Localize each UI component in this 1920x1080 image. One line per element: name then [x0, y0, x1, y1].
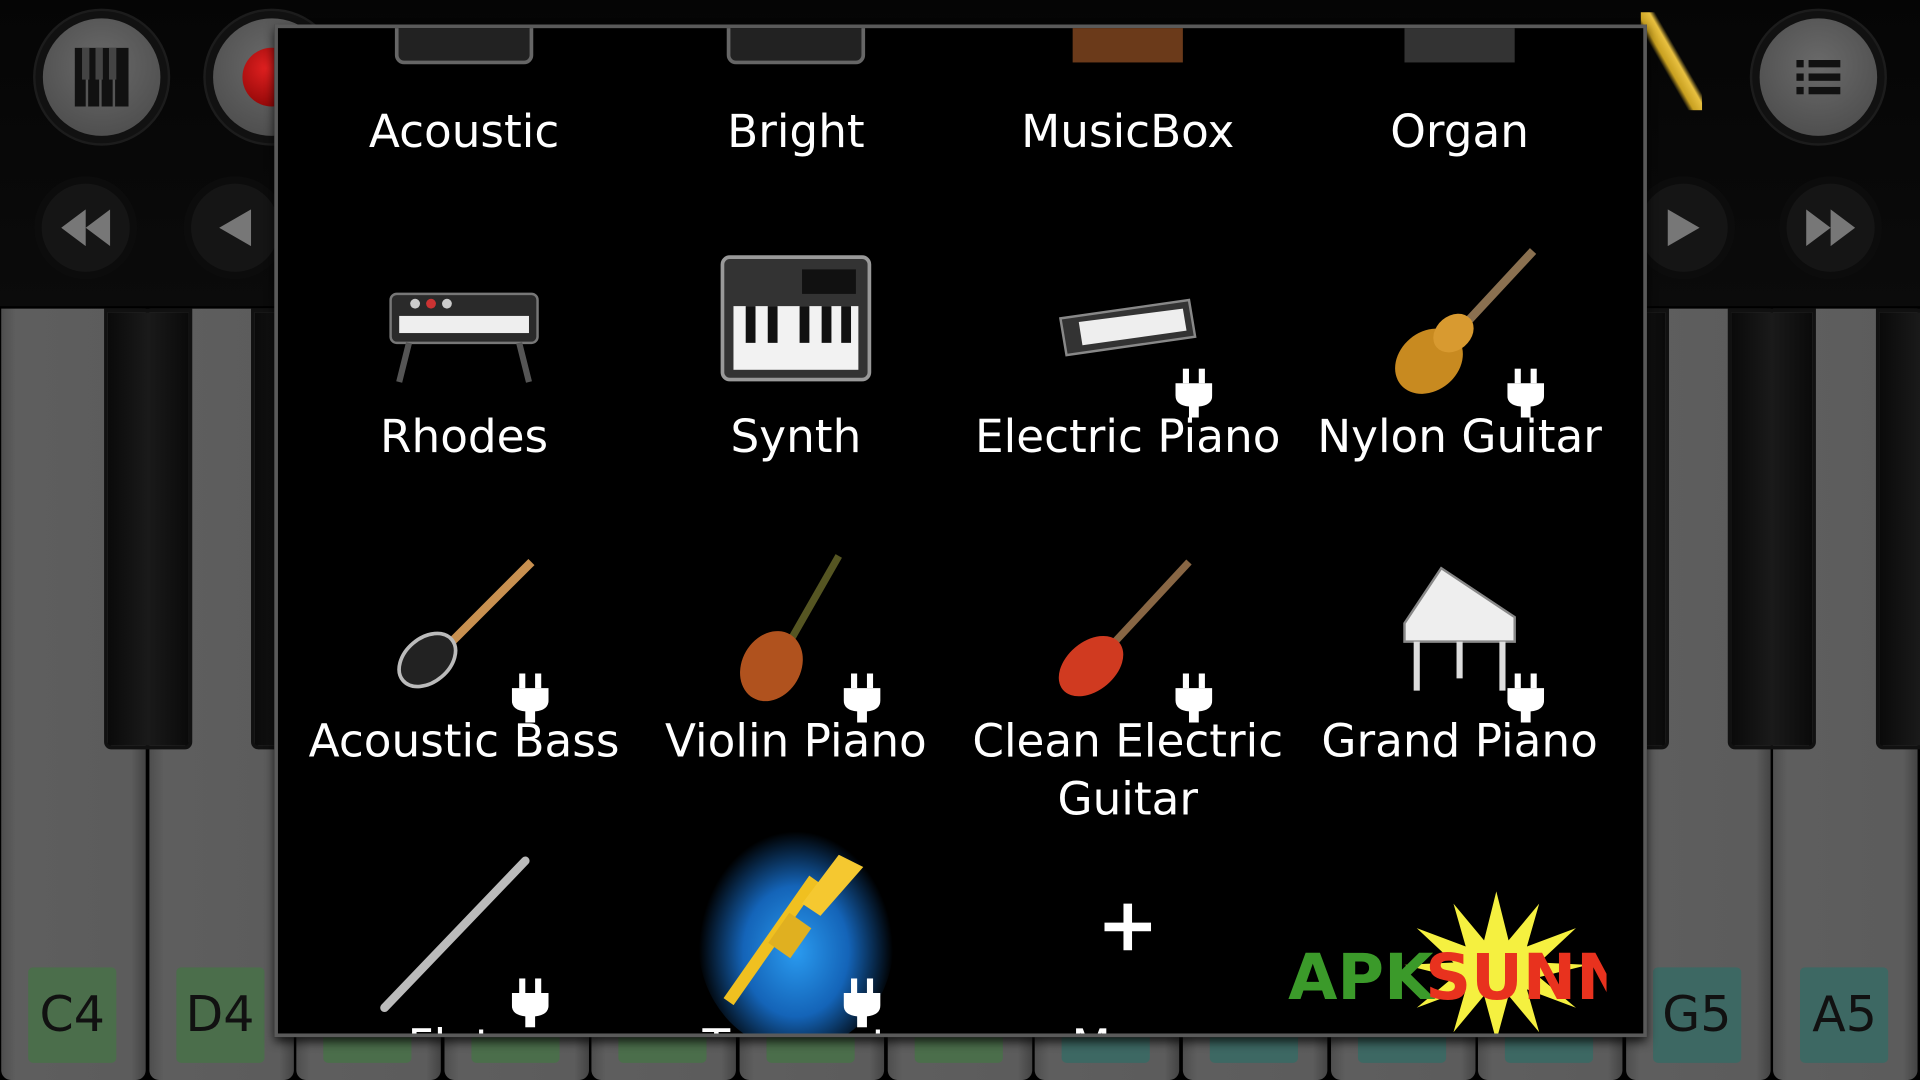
next-button[interactable] — [1639, 183, 1728, 272]
instrument-item-flute[interactable]: Flute — [298, 759, 631, 1033]
key-label: A5 — [1800, 967, 1889, 1063]
instrument-item-acoustic-bass[interactable]: Acoustic Bass — [298, 454, 631, 768]
instrument-label: More — [961, 1018, 1294, 1033]
rewind-icon — [61, 209, 111, 247]
next-icon — [1667, 209, 1700, 247]
instrument-item-violin-piano[interactable]: Violin Piano — [629, 454, 962, 768]
instrument-item-bright[interactable]: Bright — [629, 28, 962, 158]
previous-icon — [219, 209, 252, 247]
black-key[interactable] — [1875, 308, 1920, 750]
instrument-item-synth[interactable]: Synth — [629, 149, 962, 463]
instrument-item-rhodes[interactable]: Rhodes — [298, 149, 631, 463]
trumpet-icon — [1640, 12, 1703, 111]
instrument-label: Flute — [298, 1018, 631, 1033]
menu-button[interactable] — [1759, 18, 1878, 136]
piano-icon — [704, 28, 888, 99]
plus-icon — [1036, 855, 1220, 1014]
svg-text:SUNNY: SUNNY — [1425, 941, 1606, 1015]
app-screen: C4D4E4F4G4A4B4C5D5E5F5G5A5 AcousticBrigh… — [0, 0, 1920, 1080]
instrument-item-more[interactable]: More — [961, 759, 1294, 1033]
instrument-item-logo: APKSUNNY — [1288, 759, 1643, 1034]
instrument-item-clean-electric-guitar[interactable]: Clean Electric Guitar — [961, 454, 1294, 825]
music-box-icon — [1036, 28, 1220, 99]
instrument-item-organ[interactable]: Organ — [1293, 28, 1626, 158]
instrument-item-acoustic[interactable]: Acoustic — [298, 28, 631, 158]
instrument-item-nylon-guitar[interactable]: Nylon Guitar — [1293, 149, 1626, 463]
fast-forward-icon — [1806, 209, 1856, 247]
key-label: D4 — [175, 967, 265, 1063]
instrument-item-musicbox[interactable]: MusicBox — [961, 28, 1294, 158]
key-label: C4 — [28, 967, 117, 1063]
instrument-item-trumpet[interactable]: Trumpet — [629, 759, 962, 1034]
apksunny-logo: APKSUNNY — [1288, 891, 1643, 1034]
rhodes-keyboard-icon — [372, 245, 556, 404]
instrument-label: Trumpet — [629, 1018, 962, 1033]
organ-icon — [1368, 28, 1552, 99]
key-label: G5 — [1652, 967, 1741, 1063]
instrument-item-electric-piano[interactable]: Electric Piano — [961, 149, 1294, 463]
instrument-item-grand-piano[interactable]: Grand Piano — [1293, 454, 1626, 768]
piano-icon — [372, 28, 556, 99]
piano-keys-icon — [74, 47, 129, 107]
black-key[interactable] — [1728, 308, 1817, 750]
svg-text:APK: APK — [1288, 941, 1436, 1015]
rewind-button[interactable] — [41, 183, 130, 272]
list-menu-icon — [1796, 60, 1841, 95]
fast-forward-button[interactable] — [1786, 183, 1875, 272]
synth-icon — [704, 245, 888, 404]
previous-button[interactable] — [191, 183, 280, 272]
keyboard-layout-button[interactable] — [42, 18, 161, 136]
instrument-picker-dialog: Acoustic Bright MusicBox Organ Rhodes Synth El… — [274, 24, 1647, 1038]
black-key[interactable] — [103, 308, 192, 750]
